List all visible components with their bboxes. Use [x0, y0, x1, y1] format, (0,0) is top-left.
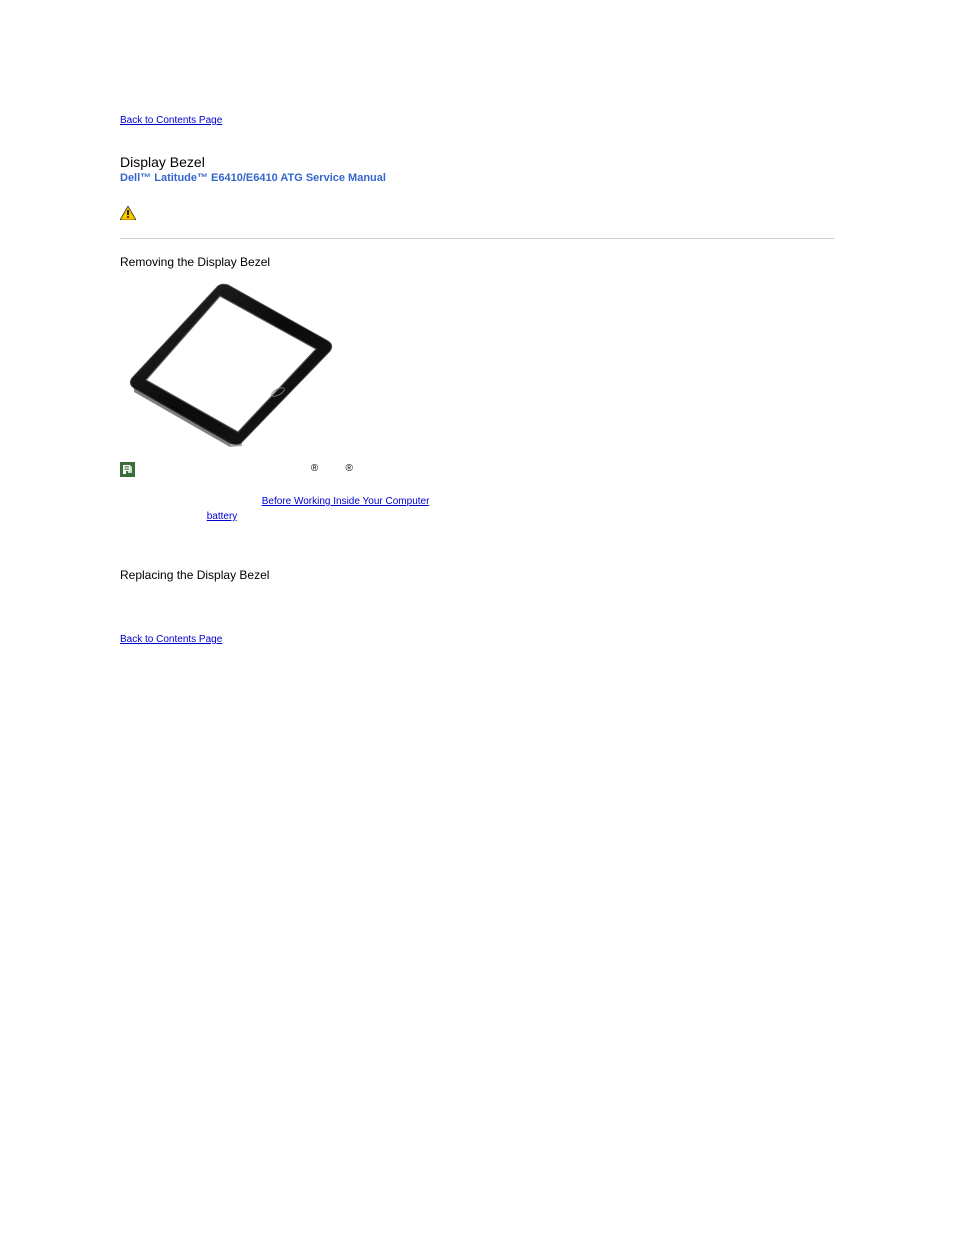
before-working-link[interactable]: Before Working Inside Your Computer	[262, 496, 429, 507]
note-callout: NOTE: You may need to install Adobe® Fla…	[120, 462, 834, 480]
note-icon	[120, 462, 135, 480]
step-text: Follow the procedures in	[150, 496, 262, 507]
step-text: Gently pry the display bezel out of the …	[150, 526, 507, 537]
battery-link[interactable]: battery	[207, 511, 237, 522]
note-body-1: You may need to install Adobe	[177, 463, 311, 474]
registered-mark-2: ®	[346, 463, 353, 474]
page-title: Display Bezel	[120, 154, 834, 170]
warning-callout: WARNING: Before working inside your comp…	[120, 202, 834, 239]
remove-steps-list: Follow the procedures in Before Working …	[120, 494, 834, 554]
list-item: Gently pry the display bezel out of the …	[150, 524, 834, 539]
step-text: Work around and remove the display bezel…	[150, 541, 460, 552]
note-label: NOTE:	[143, 463, 174, 474]
step-text: Remove the	[150, 511, 207, 522]
back-to-contents-link[interactable]: Back to Contents Page	[120, 115, 834, 126]
back-to-contents-link-bottom[interactable]: Back to Contents Page	[120, 634, 222, 645]
replace-body: To replace the display bezel, perform th…	[120, 592, 834, 603]
replace-heading: Replacing the Display Bezel	[120, 568, 834, 582]
bezel-illustration	[120, 279, 834, 452]
warning-label: WARNING:	[144, 207, 196, 218]
list-item: Remove the battery.	[150, 509, 834, 524]
remove-heading: Removing the Display Bezel	[120, 255, 834, 269]
manual-subtitle: Dell™ Latitude™ E6410/E6410 ATG Service …	[120, 172, 834, 184]
warning-icon	[120, 206, 136, 223]
note-body-2: Flash	[321, 463, 345, 474]
note-body-3: Player from Adobe.com in order to view t…	[356, 463, 631, 474]
list-item: Follow the procedures in Before Working …	[150, 494, 834, 509]
note-text: NOTE: You may need to install Adobe® Fla…	[143, 462, 631, 475]
list-item: Work around and remove the display bezel…	[150, 539, 834, 554]
step-text: .	[429, 496, 432, 507]
warning-body: Before working inside your computer, rea…	[144, 207, 788, 231]
warning-text: WARNING: Before working inside your comp…	[144, 206, 834, 232]
registered-mark-1: ®	[311, 463, 318, 474]
step-text: .	[237, 511, 240, 522]
